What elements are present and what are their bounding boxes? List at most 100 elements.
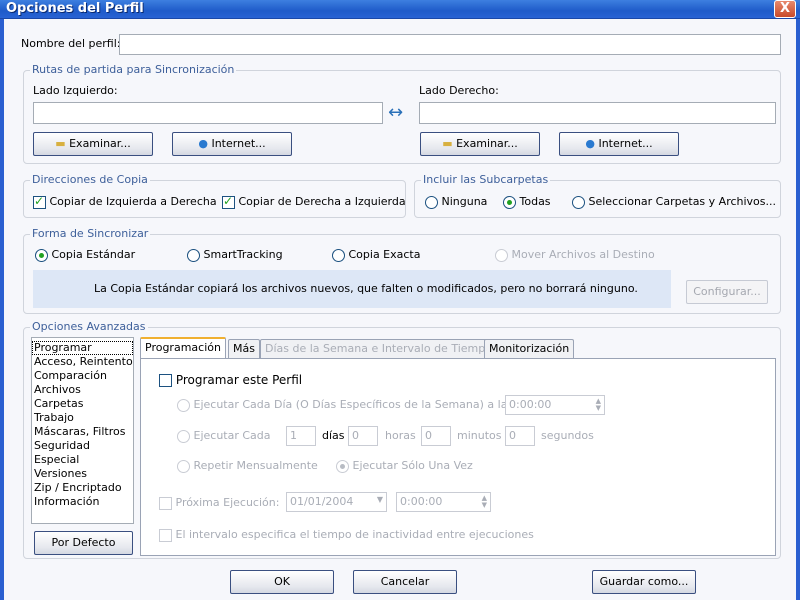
next-run-time-input[interactable]: 0:00:00 ▲ ▼ xyxy=(396,492,491,512)
run-once-radio[interactable]: Ejecutar Sólo Una Vez xyxy=(336,459,473,473)
sync-mode-legend: Forma de Sincronizar xyxy=(30,227,151,240)
list-item[interactable]: Acceso, Reintento xyxy=(32,355,133,369)
radio-label: Seleccionar Carpetas y Archivos... xyxy=(588,195,777,208)
copy-right-to-left-checkbox[interactable]: Copiar de Derecha a Izquierda xyxy=(222,194,406,209)
standard-copy-radio[interactable]: Copia Estándar xyxy=(35,248,135,262)
list-item[interactable]: Archivos xyxy=(32,383,133,397)
tab-panel xyxy=(140,358,776,556)
list-item[interactable]: Información xyxy=(32,495,133,509)
list-item[interactable]: Seguridad xyxy=(32,439,133,453)
cancel-button[interactable]: Cancelar xyxy=(353,570,457,594)
every-hours-input[interactable]: 0 xyxy=(348,426,378,446)
tab-strip: Programación Más Días de la Semana e Int… xyxy=(140,337,776,359)
copy-left-to-right-checkbox[interactable]: Copiar de Izquierda a Derecha xyxy=(33,194,217,209)
copy-left-to-right-label: Copiar de Izquierda a Derecha xyxy=(49,195,217,208)
right-path-input[interactable] xyxy=(419,102,776,124)
default-button[interactable]: Por Defecto xyxy=(34,531,133,555)
advanced-category-list[interactable]: Programar Acceso, Reintento Comparación … xyxy=(31,337,134,524)
radio-label: Ejecutar Sólo Una Vez xyxy=(352,459,473,472)
every-seconds-input[interactable]: 0 xyxy=(505,426,535,446)
left-internet-label: Internet... xyxy=(211,137,266,150)
hours-label: horas xyxy=(385,429,416,442)
next-run-date-dropdown[interactable]: 01/01/2004 ▼ xyxy=(286,492,387,512)
list-item[interactable]: Especial xyxy=(32,453,133,467)
subfolders-legend: Incluir las Subcarpetas xyxy=(421,173,551,186)
sync-arrows-icon: ↔ xyxy=(388,102,404,123)
paths-legend: Rutas de partida para Sincronización xyxy=(30,63,237,76)
radio-label: Ejecutar Cada Día (O Días Específicos de… xyxy=(193,398,514,411)
chevron-down-icon[interactable]: ▼ xyxy=(377,495,383,504)
spinner-icon[interactable]: ▲ ▼ xyxy=(482,495,487,509)
seconds-label: segundos xyxy=(541,429,594,442)
radio-label: Copia Exacta xyxy=(348,248,421,261)
time-value: 0:00:00 xyxy=(509,398,552,411)
exact-copy-radio[interactable]: Copia Exacta xyxy=(332,248,421,262)
radio-label: Mover Archivos al Destino xyxy=(511,248,655,261)
folder-icon: ▬ xyxy=(442,137,453,150)
next-run-checkbox[interactable]: Próxima Ejecución: xyxy=(159,496,279,510)
radio-label: Repetir Mensualmente xyxy=(193,459,318,472)
list-item[interactable]: Versiones xyxy=(32,467,133,481)
radio-label: Ninguna xyxy=(441,195,488,208)
right-internet-label: Internet... xyxy=(598,137,653,150)
folder-icon: ▬ xyxy=(55,137,66,150)
enable-schedule-checkbox[interactable]: Programar este Perfil xyxy=(159,373,302,387)
minutes-label: minutos xyxy=(457,429,502,442)
list-item[interactable]: Zip / Encriptado xyxy=(32,481,133,495)
time-value: 0:00:00 xyxy=(400,495,443,508)
title-bar: Opciones del Perfil X xyxy=(0,0,800,19)
window-title: Opciones del Perfil xyxy=(6,1,144,16)
profile-name-label: Nombre del perfil: xyxy=(21,37,121,50)
tab-programacion[interactable]: Programación xyxy=(140,337,226,358)
checkbox-label: Programar este Perfil xyxy=(175,373,303,387)
list-item[interactable]: Programar xyxy=(32,341,133,355)
radio-label: Ejecutar Cada xyxy=(193,429,271,442)
advanced-legend: Opciones Avanzadas xyxy=(30,320,148,333)
list-item[interactable]: Máscaras, Filtros xyxy=(32,425,133,439)
copy-directions-legend: Direcciones de Copia xyxy=(30,173,150,186)
monthly-radio[interactable]: Repetir Mensualmente xyxy=(177,459,318,473)
daily-time-input[interactable]: 0:00:00 ▲ ▼ xyxy=(505,395,605,415)
date-value: 01/01/2004 xyxy=(290,495,354,508)
close-button[interactable]: X xyxy=(774,0,796,18)
globe-icon: ● xyxy=(585,137,595,150)
every-minutes-input[interactable]: 0 xyxy=(421,426,451,446)
radio-label: Copia Estándar xyxy=(51,248,136,261)
checkbox-label: El intervalo especifica el tiempo de ina… xyxy=(175,528,534,541)
list-item[interactable]: Trabajo xyxy=(32,411,133,425)
right-browse-label: Examinar... xyxy=(456,137,518,150)
idle-interval-checkbox[interactable]: El intervalo especifica el tiempo de ina… xyxy=(159,528,534,542)
subfolders-select-radio[interactable]: Seleccionar Carpetas y Archivos... xyxy=(572,195,776,209)
subfolders-all-radio[interactable]: Todas xyxy=(503,195,551,209)
ok-button[interactable]: OK xyxy=(230,570,334,594)
right-internet-button[interactable]: ● Internet... xyxy=(559,132,679,156)
tab-monitorizacion[interactable]: Monitorización xyxy=(484,339,575,358)
globe-icon: ● xyxy=(198,137,208,150)
left-path-input[interactable] xyxy=(33,102,383,124)
every-radio[interactable]: Ejecutar Cada xyxy=(177,429,271,443)
left-browse-button[interactable]: ▬ Examinar... xyxy=(33,132,153,156)
radio-label: SmartTracking xyxy=(203,248,283,261)
right-side-label: Lado Derecho: xyxy=(419,84,499,97)
radio-label: Todas xyxy=(519,195,551,208)
left-internet-button[interactable]: ● Internet... xyxy=(172,132,292,156)
profile-name-input[interactable] xyxy=(119,34,781,55)
spinner-icon[interactable]: ▲ ▼ xyxy=(596,398,601,412)
move-files-radio[interactable]: Mover Archivos al Destino xyxy=(495,248,655,262)
list-item[interactable]: Comparación xyxy=(32,369,133,383)
every-days-input[interactable]: 1 xyxy=(286,426,316,446)
checkbox-checked[interactable] xyxy=(33,194,46,209)
daily-radio[interactable]: Ejecutar Cada Día (O Días Específicos de… xyxy=(177,398,513,412)
smarttracking-radio[interactable]: SmartTracking xyxy=(187,248,283,262)
sync-mode-description: La Copia Estándar copiará los archivos n… xyxy=(33,270,671,308)
right-browse-button[interactable]: ▬ Examinar... xyxy=(420,132,540,156)
configure-button[interactable]: Configurar... xyxy=(686,280,768,304)
checkbox-label: Próxima Ejecución: xyxy=(175,496,280,509)
tab-mas[interactable]: Más xyxy=(228,339,260,358)
left-browse-label: Examinar... xyxy=(69,137,131,150)
list-item[interactable]: Carpetas xyxy=(32,397,133,411)
tab-dias-semana[interactable]: Días de la Semana e Intervalo de Tiempo xyxy=(260,339,497,358)
checkbox-checked[interactable] xyxy=(222,194,235,209)
save-as-button[interactable]: Guardar como... xyxy=(592,570,696,594)
subfolders-none-radio[interactable]: Ninguna xyxy=(425,195,487,209)
